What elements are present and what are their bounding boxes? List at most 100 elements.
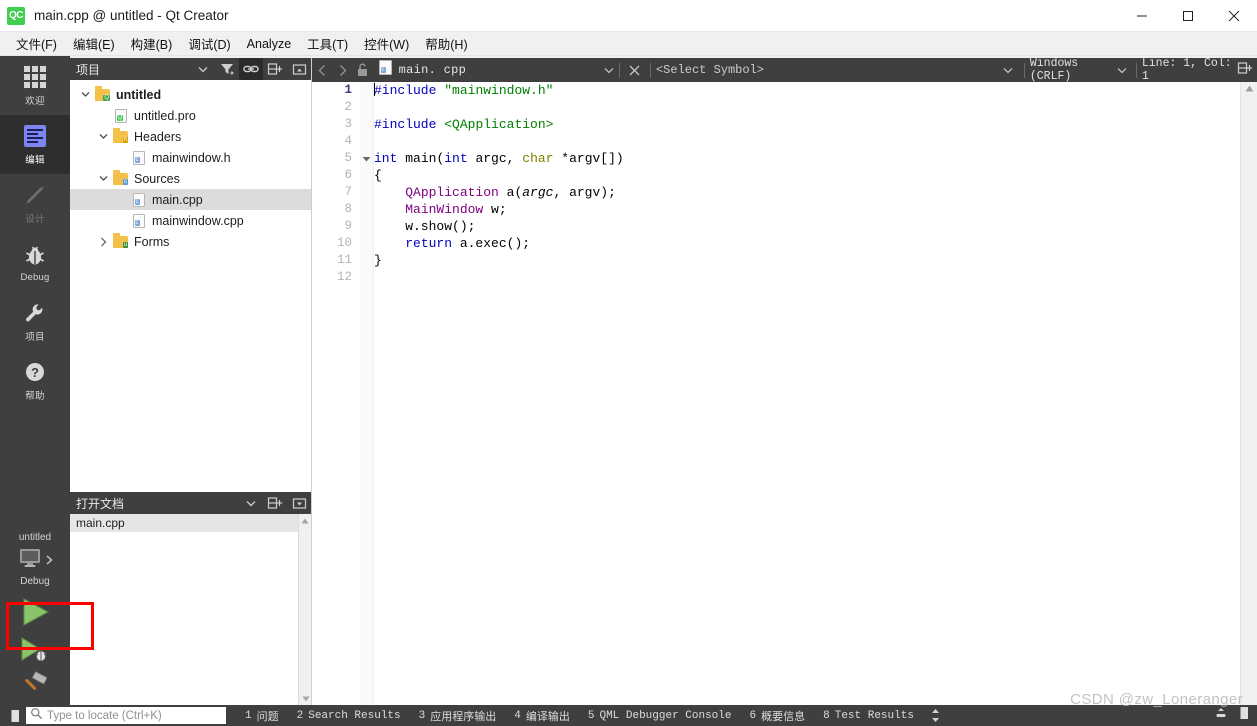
question-mark-icon: ? xyxy=(22,359,48,385)
panel-toggle-icon[interactable] xyxy=(1235,706,1249,725)
code-line[interactable]: return a.exec(); xyxy=(374,235,1240,252)
scroll-up-icon[interactable] xyxy=(1241,82,1257,95)
sidebar-item-edit[interactable]: 编辑 xyxy=(0,115,70,174)
menu-analyze[interactable]: Analyze xyxy=(239,35,299,53)
output-tab-issues[interactable]: 1 问题 xyxy=(236,705,288,726)
dropdown-icon[interactable] xyxy=(239,492,263,514)
editor-vertical-scrollbar[interactable] xyxy=(1240,82,1257,705)
tree-item-forms[interactable]: u Forms xyxy=(70,231,311,252)
code-text-area[interactable]: #include "mainwindow.h" #include <QAppli… xyxy=(374,82,1240,705)
tree-item-main-cpp[interactable]: c main.cpp xyxy=(70,189,311,210)
kit-target-selector[interactable] xyxy=(17,547,53,574)
output-tab-compile-output[interactable]: 4 编译输出 xyxy=(505,705,579,726)
tree-item-untitled-pro[interactable]: Q untitled.pro xyxy=(70,105,311,126)
minimize-icon[interactable] xyxy=(1119,0,1165,32)
chevron-down-icon[interactable] xyxy=(76,91,94,98)
code-line[interactable]: #include "mainwindow.h" xyxy=(374,82,1240,99)
code-line[interactable]: } xyxy=(374,252,1240,269)
tree-item-mainwindow-h[interactable]: c mainwindow.h xyxy=(70,147,311,168)
menu-help[interactable]: 帮助(H) xyxy=(417,32,475,55)
build-button[interactable] xyxy=(0,670,70,705)
output-tab-application-output[interactable]: 3 应用程序输出 xyxy=(410,705,506,726)
debug-button[interactable] xyxy=(0,635,70,670)
maximize-icon[interactable] xyxy=(1165,0,1211,32)
split-icon[interactable] xyxy=(263,492,287,514)
code-editor[interactable]: 1 2 3 4 5 6 7 8 9 10 11 12 #include "mainwindow.h" … xyxy=(312,82,1257,705)
hammer-build-icon xyxy=(19,670,51,705)
fold-column[interactable] xyxy=(360,82,374,705)
open-documents-scrollbar[interactable] xyxy=(298,514,311,705)
link-sync-icon[interactable] xyxy=(239,58,263,80)
monitor-icon xyxy=(17,547,43,574)
code-line[interactable] xyxy=(374,99,1240,116)
sidebar-item-projects[interactable]: 项目 xyxy=(0,292,70,351)
window-title: main.cpp @ untitled - Qt Creator xyxy=(34,8,229,23)
open-document-main-cpp[interactable]: main.cpp xyxy=(70,514,311,532)
cursor-position-label: Line: 1, Col: 1 xyxy=(1141,57,1232,83)
sidebar-item-debug[interactable]: Debug xyxy=(0,233,70,292)
code-line[interactable]: w.show(); xyxy=(374,218,1240,235)
folder-sources-icon: c xyxy=(112,170,129,186)
qt-creator-window: QC main.cpp @ untitled - Qt Creator 文件(F… xyxy=(0,0,1257,726)
forward-arrow-icon[interactable] xyxy=(332,58,352,82)
code-line[interactable]: #include <QApplication> xyxy=(374,116,1240,133)
code-line[interactable]: { xyxy=(374,167,1240,184)
scroll-up-icon[interactable] xyxy=(299,514,311,527)
split-icon[interactable] xyxy=(263,58,287,80)
menu-widgets[interactable]: 控件(W) xyxy=(356,32,417,55)
symbol-selector[interactable]: <Select Symbol> xyxy=(656,61,1019,79)
line-number: 10 xyxy=(336,236,352,250)
close-x-icon[interactable] xyxy=(625,58,645,82)
sidebar-toggle-icon[interactable] xyxy=(0,705,26,726)
code-line[interactable] xyxy=(374,269,1240,286)
collapse-icon[interactable] xyxy=(287,58,311,80)
sidebar-item-help[interactable]: ? 帮助 xyxy=(0,351,70,410)
chevron-down-icon[interactable] xyxy=(94,133,112,140)
scroll-down-icon[interactable] xyxy=(299,692,312,705)
menu-debug[interactable]: 调试(D) xyxy=(180,32,238,55)
chevron-down-icon[interactable] xyxy=(94,175,112,182)
output-tab-general-messages[interactable]: 6 概要信息 xyxy=(741,705,815,726)
tree-item-untitled[interactable]: Q untitled xyxy=(70,84,311,105)
toolbar-divider xyxy=(650,62,651,78)
close-icon[interactable] xyxy=(1211,0,1257,32)
fold-slot xyxy=(360,201,373,218)
up-down-arrows-icon[interactable] xyxy=(923,705,949,726)
line-ending-selector[interactable]: Windows (CRLF) xyxy=(1030,57,1131,83)
code-line[interactable]: QApplication a(argc, argv); xyxy=(374,184,1240,201)
code-line[interactable]: MainWindow w; xyxy=(374,201,1240,218)
dropdown-icon[interactable] xyxy=(191,58,215,80)
unlocked-padlock-icon[interactable] xyxy=(352,58,372,82)
editor-file-selector[interactable]: c main. cpp xyxy=(373,58,614,82)
split-editor-icon[interactable] xyxy=(1237,61,1257,80)
symbol-selector-label: <Select Symbol> xyxy=(655,63,764,77)
menu-tools[interactable]: 工具(T) xyxy=(299,32,356,55)
locator-input[interactable]: Type to locate (Ctrl+K) xyxy=(26,707,226,724)
minimize-output-icon[interactable] xyxy=(1213,706,1229,725)
chevron-right-icon[interactable] xyxy=(94,237,112,247)
back-arrow-icon[interactable] xyxy=(312,58,332,82)
menu-edit[interactable]: 编辑(E) xyxy=(65,32,123,55)
fold-slot xyxy=(360,99,373,116)
output-tab-test-results[interactable]: 8 Test Results xyxy=(814,705,923,726)
tree-item-headers[interactable]: h Headers xyxy=(70,126,311,147)
sidebar-item-welcome[interactable]: 欢迎 xyxy=(0,56,70,115)
filter-icon[interactable] xyxy=(215,58,239,80)
run-button[interactable] xyxy=(0,595,70,635)
tree-item-sources[interactable]: c Sources xyxy=(70,168,311,189)
code-line[interactable]: int main(int argc, char *argv[]) xyxy=(374,150,1240,167)
close-panel-icon[interactable] xyxy=(287,492,311,514)
menu-file[interactable]: 文件(F) xyxy=(8,32,65,55)
tree-item-mainwindow-cpp[interactable]: c mainwindow.cpp xyxy=(70,210,311,231)
output-tab-qml-debugger-console[interactable]: 5 QML Debugger Console xyxy=(579,705,741,726)
menu-build[interactable]: 构建(B) xyxy=(123,32,181,55)
fold-marker-icon[interactable] xyxy=(360,150,373,167)
fold-slot xyxy=(360,133,373,150)
code-line[interactable] xyxy=(374,133,1240,150)
chevron-down-icon[interactable] xyxy=(1117,61,1127,79)
chevron-down-icon[interactable] xyxy=(1003,61,1013,79)
run-green-play-icon xyxy=(18,596,52,633)
code-token: "mainwindow.h" xyxy=(444,83,554,98)
output-tab-search-results[interactable]: 2 Search Results xyxy=(288,705,410,726)
chevron-down-icon[interactable] xyxy=(604,61,614,79)
